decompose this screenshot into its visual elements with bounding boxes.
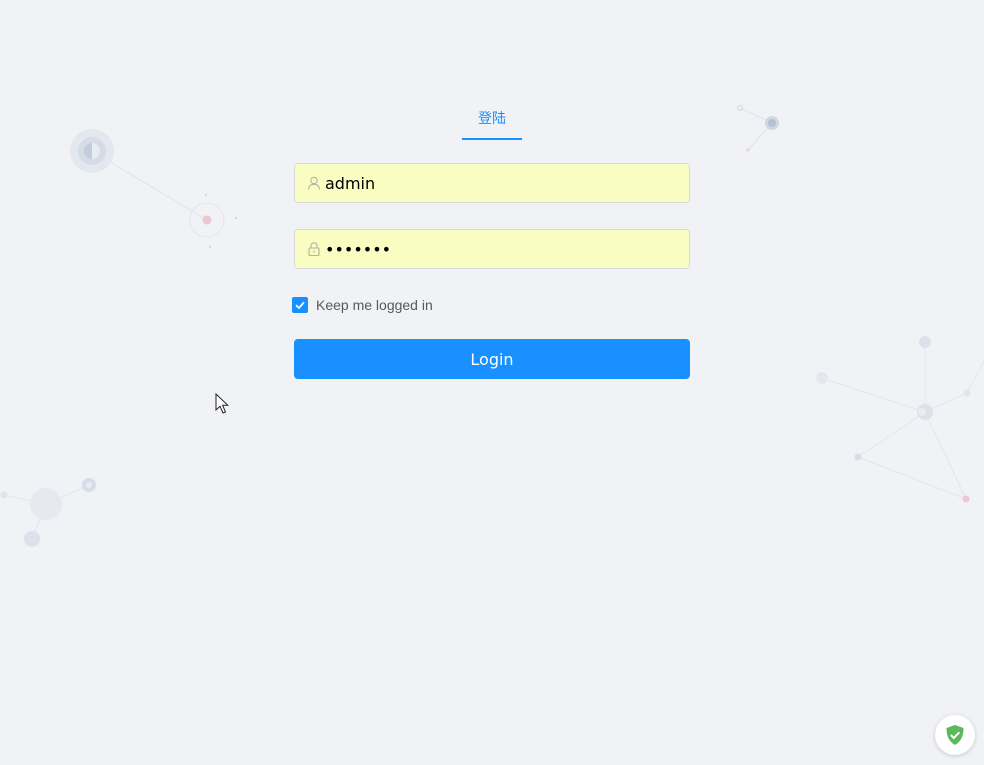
mouse-cursor-icon [215, 393, 229, 414]
tab-login[interactable]: 登陆 [462, 108, 522, 140]
username-field[interactable] [294, 163, 690, 203]
remember-me[interactable]: Keep me logged in [292, 295, 433, 315]
active-tab-indicator [462, 138, 522, 140]
remember-checkbox[interactable] [292, 297, 308, 313]
login-button[interactable]: Login [294, 339, 690, 379]
password-field[interactable] [294, 229, 690, 269]
user-icon [307, 176, 321, 190]
login-page: 登陆 Keep me logged in Login [0, 0, 984, 765]
remember-label: Keep me logged in [316, 297, 433, 313]
username-input[interactable] [325, 164, 681, 202]
checkmark-icon [295, 301, 305, 310]
lock-icon [308, 242, 320, 257]
login-tab-bar: 登陆 [294, 100, 690, 140]
password-input[interactable] [325, 230, 681, 268]
tab-login-label: 登陆 [478, 111, 506, 127]
shield-check-icon [946, 725, 964, 745]
security-shield-button[interactable] [935, 715, 975, 755]
